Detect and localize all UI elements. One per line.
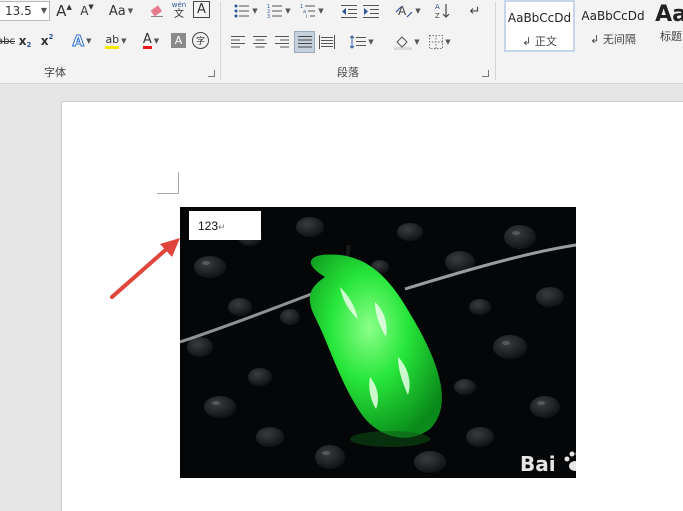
shrink-font-button[interactable]: A ▼ — [78, 1, 96, 21]
bullet-list-icon — [234, 4, 250, 18]
chevron-down-icon: ▼ — [318, 7, 324, 15]
font-size-combobox[interactable]: 13.5 ▼ — [0, 1, 50, 21]
numbered-list-icon: 1 2 3 — [267, 4, 283, 19]
align-right-icon — [275, 36, 289, 48]
chinese-layout-icon: A — [395, 4, 413, 18]
text-effects-button[interactable]: A ▼ — [68, 31, 96, 51]
borders-button[interactable]: ▼ — [425, 32, 455, 52]
chevron-down-icon: ▼ — [414, 38, 420, 46]
bullets-button[interactable]: ▼ — [231, 1, 261, 21]
style-normal[interactable]: AaBbCcDd ↲ 正文 — [504, 0, 575, 52]
distributed-button[interactable] — [318, 32, 336, 52]
baidu-watermark: Bai 经验 jingyan.baidu.com — [520, 448, 650, 494]
highlight-color-button[interactable]: ab ▼ — [101, 31, 131, 51]
jade-pendant-photo — [180, 207, 576, 478]
caret-down-icon: ▼ — [88, 3, 94, 11]
paw-icon — [564, 451, 586, 471]
align-left-button[interactable] — [229, 32, 247, 52]
subscript-button[interactable]: x2 — [17, 31, 33, 51]
character-shading-button[interactable]: A — [171, 33, 186, 48]
page-corner-mark — [157, 172, 179, 194]
change-case-button[interactable]: Aa ▼ — [106, 1, 136, 21]
group-divider — [495, 2, 496, 80]
font-group-label: 字体 — [44, 66, 66, 79]
multilevel-list-button[interactable]: 1 a i ▼ — [297, 1, 327, 21]
sort-button[interactable]: AZ — [434, 1, 452, 21]
watermark-brand: Bai — [520, 452, 556, 476]
style-name: ↲ 正文 — [522, 35, 557, 48]
chinese-layout-button[interactable]: A ▼ — [393, 1, 423, 21]
grow-font-button[interactable]: A ▲ — [55, 1, 73, 21]
svg-text:A: A — [435, 3, 440, 11]
style-name: 标题 — [660, 30, 682, 43]
svg-text:Z: Z — [435, 12, 440, 20]
svg-text:i: i — [306, 14, 307, 19]
line-spacing-button[interactable]: ▼ — [347, 32, 377, 52]
numbering-button[interactable]: 1 2 3 ▼ — [264, 1, 294, 21]
paragraph-dialog-launcher[interactable] — [482, 70, 489, 77]
chevron-down-icon: ▼ — [445, 38, 451, 46]
svg-text:A: A — [398, 4, 407, 18]
watermark-url: jingyan.baidu.com — [520, 479, 604, 489]
increase-indent-icon — [363, 5, 379, 18]
style-sample: AaBbCcDd — [507, 11, 572, 25]
align-left-icon — [231, 36, 245, 48]
text-box-content: 123 — [198, 219, 219, 233]
ribbon: 13.5 ▼ A ▲ A ▼ Aa ▼ wén 文 A abc x2 x2 A ▼ ab… — [0, 0, 683, 84]
paint-bucket-icon — [395, 36, 412, 50]
shading-button[interactable]: ▼ — [391, 32, 423, 52]
enclose-characters-button[interactable]: 字 — [192, 32, 209, 49]
chevron-down-icon: ▼ — [40, 6, 47, 15]
phonetic-guide-button[interactable]: wén 文 — [170, 0, 188, 20]
sort-icon: AZ — [435, 3, 450, 20]
clear-formatting-button[interactable] — [148, 1, 166, 21]
group-divider — [220, 2, 221, 80]
style-heading[interactable]: Aa 标题 — [651, 0, 683, 52]
distributed-icon — [319, 35, 335, 49]
line-spacing-icon — [350, 35, 367, 49]
inserted-picture[interactable] — [180, 207, 576, 478]
style-sample: Aa — [655, 2, 683, 27]
font-size-value: 13.5 — [5, 4, 32, 18]
chevron-down-icon: ▼ — [285, 7, 291, 15]
show-hide-marks-button[interactable]: ↵ — [466, 1, 484, 21]
style-name: ↲ 无间隔 — [590, 33, 636, 46]
character-border-button[interactable]: A — [193, 1, 210, 18]
watermark-brand-cn: 经验 — [590, 458, 624, 478]
text-box[interactable]: 123↵ — [189, 211, 261, 240]
decrease-indent-button[interactable] — [340, 1, 358, 21]
style-sample: AaBbCcDd — [581, 9, 645, 23]
chevron-down-icon: ▼ — [121, 37, 127, 45]
chevron-down-icon: ▼ — [86, 37, 92, 45]
paragraph-mark-icon: ↵ — [218, 222, 226, 232]
align-right-button[interactable] — [273, 32, 291, 52]
chevron-down-icon: ▼ — [415, 7, 421, 15]
align-center-icon — [253, 36, 267, 48]
font-dialog-launcher[interactable] — [208, 70, 215, 77]
paragraph-mark-icon: ↵ — [469, 3, 481, 19]
decrease-indent-icon — [341, 5, 357, 18]
style-no-spacing[interactable]: AaBbCcDd ↲ 无间隔 — [578, 0, 648, 52]
increase-indent-button[interactable] — [362, 1, 380, 21]
justify-button[interactable] — [294, 31, 315, 53]
caret-up-icon: ▲ — [66, 3, 72, 11]
chevron-down-icon: ▼ — [153, 37, 160, 45]
justify-icon — [297, 36, 312, 48]
superscript-button[interactable]: x2 — [39, 31, 55, 51]
borders-icon — [429, 35, 444, 49]
chevron-down-icon: ▼ — [252, 7, 258, 15]
font-color-button[interactable]: A ▼ — [137, 31, 165, 51]
strikethrough-button[interactable]: abc — [0, 31, 15, 51]
eraser-icon — [150, 5, 163, 17]
chevron-down-icon: ▼ — [368, 38, 374, 46]
svg-text:3: 3 — [267, 14, 270, 19]
align-center-button[interactable] — [251, 32, 269, 52]
paragraph-group-label: 段落 — [337, 66, 359, 79]
chevron-down-icon: ▼ — [127, 7, 134, 15]
multilevel-list-icon: 1 a i — [300, 4, 316, 19]
